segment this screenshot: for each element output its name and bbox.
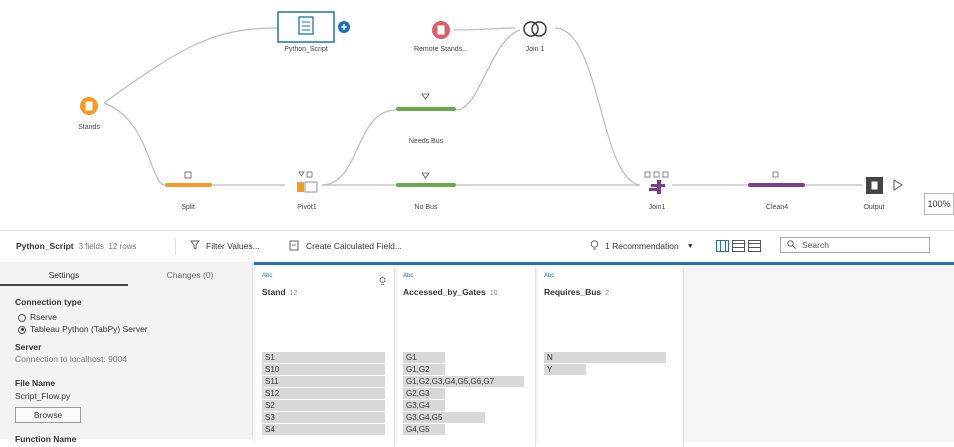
needs-bus-label: Needs Bus: [408, 138, 444, 145]
string-type-icon: Abc: [544, 273, 555, 279]
filter-values-label: Filter Values...: [206, 241, 260, 251]
create-calculated-field-button[interactable]: Create Calculated Field...: [289, 231, 402, 261]
profile-grid: Abc Stand 12 S1 S10 S11 S12 S2 S3 S4 Abc …: [254, 262, 954, 447]
list-item[interactable]: G3,G4: [403, 400, 445, 411]
output-node[interactable]: [866, 177, 883, 194]
connection-type-label: Connection type: [15, 297, 82, 307]
column-header: Requires_Bus 2: [544, 287, 609, 297]
clean4-label: Clean4: [765, 204, 789, 211]
output-label: Output: [863, 204, 885, 211]
table-view-icon[interactable]: [732, 240, 745, 252]
pivot-node[interactable]: [297, 171, 318, 193]
flow-canvas[interactable]: Python_Script Remote Stands... Join 1 St…: [0, 0, 954, 226]
list-item[interactable]: G1,G2: [403, 364, 445, 375]
profile-toolbar: Python_Script 3 fields 12 rows Filter Va…: [0, 230, 954, 261]
recommendation-dropdown[interactable]: 1 Recommendation ▼: [590, 231, 694, 261]
view-toggle: [716, 231, 761, 261]
radio-rserve-label: Rserve: [30, 312, 57, 322]
zoom-level[interactable]: 100%: [924, 193, 954, 215]
list-item[interactable]: S3: [262, 412, 385, 423]
split-label: Split: [181, 204, 195, 211]
add-step-icon[interactable]: [338, 21, 350, 33]
list-item[interactable]: N: [544, 352, 666, 363]
column-header: Stand 12: [262, 287, 297, 297]
radio-rserve-circle: [18, 313, 26, 322]
lightbulb-icon: [590, 239, 599, 253]
radio-tabpy-label: Tableau Python (TabPy) Server: [30, 324, 148, 334]
run-flow-icon[interactable]: [893, 179, 903, 191]
list-item[interactable]: S2: [262, 400, 385, 411]
column-accessed-by-gates[interactable]: Abc Accessed_by_Gates 10 G1 G1,G2 G1,G2,G…: [397, 267, 536, 447]
create-calc-label: Create Calculated Field...: [306, 241, 402, 251]
search-icon: [787, 239, 796, 251]
column-count: 2: [605, 290, 610, 297]
join1-node[interactable]: [644, 171, 669, 194]
lightbulb-icon[interactable]: [379, 273, 386, 291]
browse-button[interactable]: Browse: [15, 407, 81, 423]
no-bus-node[interactable]: [396, 172, 456, 187]
join-venn-icon[interactable]: [523, 21, 547, 37]
recommendation-label: 1 Recommendation: [605, 241, 679, 251]
radio-tabpy-circle: [18, 325, 26, 334]
needs-bus-node[interactable]: [396, 93, 456, 111]
filter-icon: [190, 240, 200, 252]
search-placeholder: Search: [802, 240, 829, 250]
step-title: Python_Script 3 fields 12 rows: [16, 231, 136, 261]
list-view-icon[interactable]: [748, 240, 761, 252]
server-value: Connection to localhost: 9004: [15, 354, 127, 364]
join1-top-label: Join 1: [525, 46, 545, 53]
search-input[interactable]: Search: [780, 237, 930, 253]
string-type-icon: Abc: [262, 273, 273, 279]
list-item[interactable]: G1,G2,G3,G4,G5,G6,G7: [403, 376, 524, 387]
step-meta: 3 fields 12 rows: [78, 241, 137, 251]
no-bus-label: No Bus: [414, 204, 438, 211]
column-name: Accessed_by_Gates: [403, 287, 486, 297]
profile-view-icon[interactable]: [716, 240, 729, 252]
list-item[interactable]: G4,G5: [403, 424, 445, 435]
pivot1-label: Pivot1: [297, 204, 317, 211]
flow-connectors: [80, 11, 903, 194]
list-item[interactable]: S10: [262, 364, 385, 375]
file-name-value: Script_Flow.py: [15, 391, 71, 401]
list-item[interactable]: Y: [544, 364, 586, 375]
column-stand[interactable]: Abc Stand 12 S1 S10 S11 S12 S2 S3 S4: [256, 267, 395, 447]
python-script-node[interactable]: [277, 11, 335, 43]
stands-node[interactable]: [80, 97, 98, 115]
remote-stands-label: Remote Stands...: [413, 46, 469, 53]
column-count: 12: [289, 290, 298, 297]
function-name-label: Function Name: [15, 434, 77, 444]
settings-panel: Settings Changes (0) Connection type Rse…: [0, 262, 253, 444]
radio-tabpy[interactable]: Tableau Python (TabPy) Server: [18, 324, 148, 334]
filter-values-button[interactable]: Filter Values...: [190, 231, 260, 261]
tab-changes[interactable]: Changes (0): [128, 266, 252, 284]
list-item[interactable]: S1: [262, 352, 385, 363]
list-item[interactable]: G1: [403, 352, 445, 363]
calc-field-icon: [289, 240, 299, 253]
string-type-icon: Abc: [403, 273, 414, 279]
python-script-label: Python_Script: [284, 46, 328, 53]
radio-rserve[interactable]: Rserve: [18, 312, 57, 322]
list-item[interactable]: S11: [262, 376, 385, 387]
join1-label: Join1: [648, 204, 666, 211]
step-name: Python_Script: [16, 241, 74, 251]
file-name-label: File Name: [15, 378, 56, 388]
list-item[interactable]: S12: [262, 388, 385, 399]
column-header: Accessed_by_Gates 10: [403, 287, 498, 297]
column-count: 10: [489, 290, 498, 297]
list-item[interactable]: G2,G3: [403, 388, 445, 399]
remote-stands-node[interactable]: [432, 21, 450, 39]
split-node[interactable]: [165, 171, 212, 187]
chevron-down-icon: ▼: [686, 242, 694, 250]
column-name: Stand: [262, 287, 286, 297]
stands-label: Stands: [78, 124, 100, 131]
tab-settings[interactable]: Settings: [0, 266, 128, 286]
list-item[interactable]: G3,G4,G5: [403, 412, 485, 423]
server-label: Server: [15, 342, 42, 352]
column-name: Requires_Bus: [544, 287, 602, 297]
column-requires-bus[interactable]: Abc Requires_Bus 2 N Y: [538, 267, 684, 447]
clean4-node[interactable]: [748, 171, 805, 187]
list-item[interactable]: S4: [262, 424, 385, 435]
